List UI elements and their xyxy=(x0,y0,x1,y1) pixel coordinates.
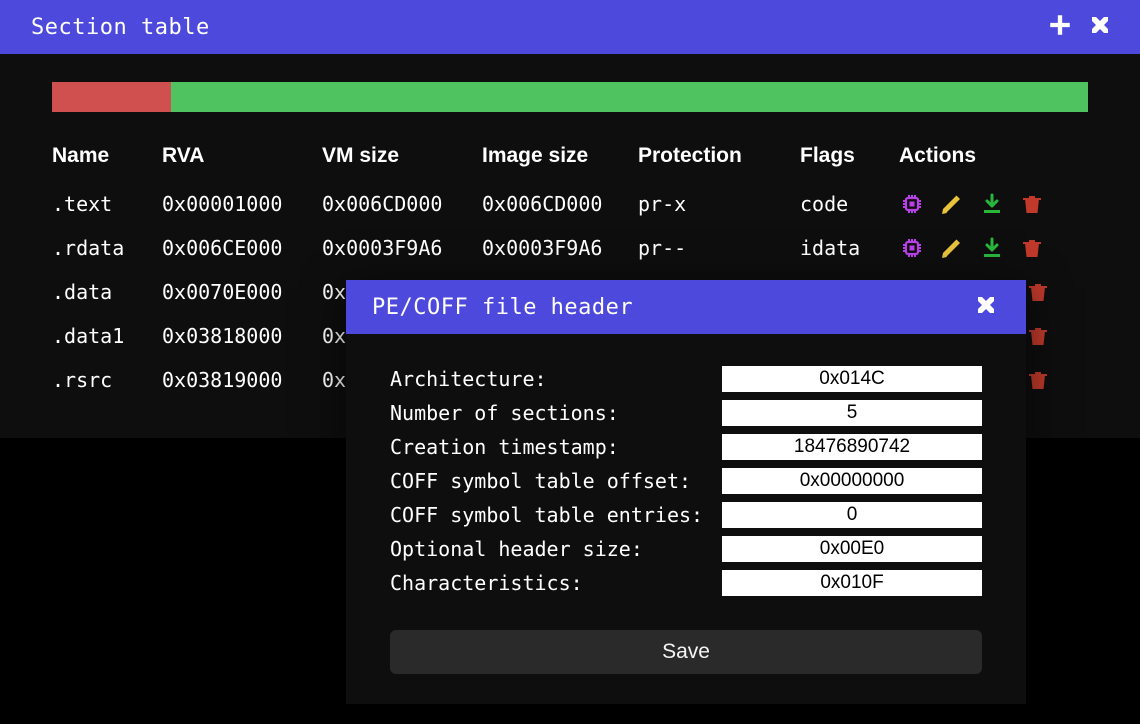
col-protection: Protection xyxy=(638,144,800,168)
cell-name: .data1 xyxy=(52,324,162,348)
field-label: COFF symbol table offset: xyxy=(390,469,722,493)
col-flags: Flags xyxy=(800,144,899,168)
cell-name: .rsrc xyxy=(52,368,162,392)
cell-name: .data xyxy=(52,280,162,304)
section-table-header: Name RVA VM size Image size Protection F… xyxy=(52,144,1088,168)
form-row: COFF symbol table offset: xyxy=(390,464,982,498)
field-input[interactable] xyxy=(722,536,982,562)
section-usage-bar xyxy=(52,82,1088,112)
delete-button[interactable] xyxy=(1025,367,1051,393)
form-row: Characteristics: xyxy=(390,566,982,600)
field-input[interactable] xyxy=(722,434,982,460)
field-input[interactable] xyxy=(722,570,982,596)
delete-button[interactable] xyxy=(1025,279,1051,305)
modal-titlebar: PE/COFF file header xyxy=(346,280,1026,334)
form-row: Architecture: xyxy=(390,362,982,396)
download-button[interactable] xyxy=(979,235,1005,261)
cell-prot: pr-x xyxy=(638,192,800,216)
delete-button[interactable] xyxy=(1019,235,1045,261)
cell-flags: idata xyxy=(800,236,899,260)
field-label: Creation timestamp: xyxy=(390,435,722,459)
cell-vm: 0x0003F9A6 xyxy=(322,236,482,260)
chip-button[interactable] xyxy=(899,235,925,261)
col-image-size: Image size xyxy=(482,144,638,168)
cell-img: 0x006CD000 xyxy=(482,192,638,216)
modal-title: PE/COFF file header xyxy=(372,295,633,320)
table-row: .text 0x00001000 0x006CD000 0x006CD000 p… xyxy=(52,182,1088,226)
close-modal-button[interactable] xyxy=(966,287,1006,327)
field-input[interactable] xyxy=(722,400,982,426)
segment xyxy=(52,82,171,112)
col-rva: RVA xyxy=(162,144,322,168)
field-label: Optional header size: xyxy=(390,537,722,561)
cell-name: .rdata xyxy=(52,236,162,260)
cell-prot: pr-- xyxy=(638,236,800,260)
field-input[interactable] xyxy=(722,468,982,494)
form-row: Optional header size: xyxy=(390,532,982,566)
field-label: Architecture: xyxy=(390,367,722,391)
add-section-button[interactable] xyxy=(1040,7,1080,47)
cell-img: 0x0003F9A6 xyxy=(482,236,638,260)
segment xyxy=(171,82,1088,112)
section-table-title: Section table xyxy=(31,15,210,40)
chip-button[interactable] xyxy=(899,191,925,217)
edit-button[interactable] xyxy=(939,191,965,217)
modal-body: Architecture: Number of sections: Creati… xyxy=(346,334,1026,704)
cell-flags: code xyxy=(800,192,899,216)
close-section-table-button[interactable] xyxy=(1080,7,1120,47)
plus-icon xyxy=(1047,12,1073,42)
form-row: Creation timestamp: xyxy=(390,430,982,464)
cell-rva: 0x006CE000 xyxy=(162,236,322,260)
form-row: COFF symbol table entries: xyxy=(390,498,982,532)
form-row: Number of sections: xyxy=(390,396,982,430)
col-name: Name xyxy=(52,144,162,168)
cell-actions xyxy=(899,191,1089,217)
field-label: Number of sections: xyxy=(390,401,722,425)
field-input[interactable] xyxy=(722,366,982,392)
cell-rva: 0x03818000 xyxy=(162,324,322,348)
cell-rva: 0x03819000 xyxy=(162,368,322,392)
edit-button[interactable] xyxy=(939,235,965,261)
save-button[interactable]: Save xyxy=(390,630,982,674)
pe-coff-header-modal: PE/COFF file header Architecture: Number… xyxy=(346,280,1026,704)
field-input[interactable] xyxy=(722,502,982,528)
cell-vm: 0x006CD000 xyxy=(322,192,482,216)
close-icon xyxy=(1088,13,1112,41)
cell-name: .text xyxy=(52,192,162,216)
delete-button[interactable] xyxy=(1025,323,1051,349)
download-button[interactable] xyxy=(979,191,1005,217)
delete-button[interactable] xyxy=(1019,191,1045,217)
close-icon xyxy=(974,293,998,321)
field-label: COFF symbol table entries: xyxy=(390,503,722,527)
table-row: .rdata 0x006CE000 0x0003F9A6 0x0003F9A6 … xyxy=(52,226,1088,270)
col-vm-size: VM size xyxy=(322,144,482,168)
col-actions: Actions xyxy=(899,144,1089,168)
cell-rva: 0x0070E000 xyxy=(162,280,322,304)
cell-rva: 0x00001000 xyxy=(162,192,322,216)
cell-actions xyxy=(899,235,1089,261)
section-table-titlebar: Section table xyxy=(0,0,1140,54)
field-label: Characteristics: xyxy=(390,571,722,595)
